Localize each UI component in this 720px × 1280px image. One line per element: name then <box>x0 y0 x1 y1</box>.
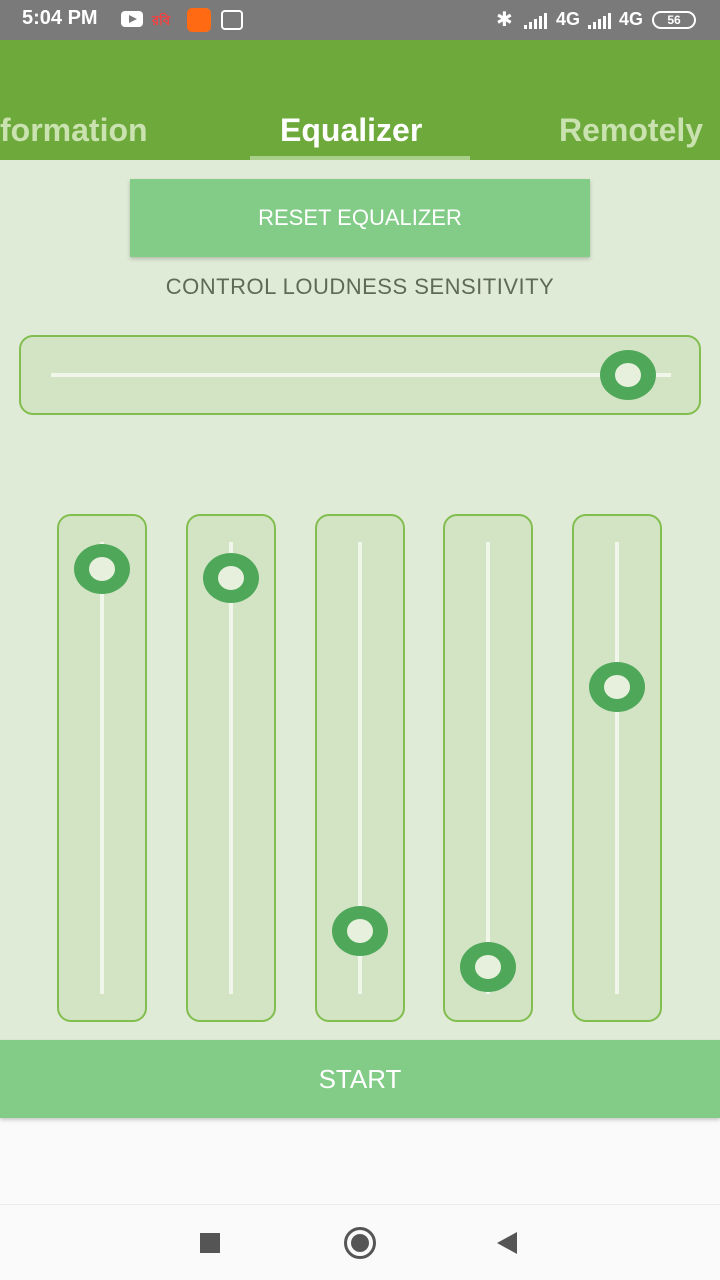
eq-band-slider-4[interactable] <box>443 514 533 1022</box>
tab-remotely[interactable]: Remotely <box>559 112 703 149</box>
home-icon[interactable] <box>344 1227 376 1259</box>
bluetooth-icon: ✱ <box>496 9 513 31</box>
eq-band-slider-1[interactable] <box>57 514 147 1022</box>
status-time: 5:04 PM <box>22 7 98 29</box>
app-notification-icon <box>187 8 211 32</box>
tab-equalizer[interactable]: Equalizer <box>280 112 422 149</box>
back-icon[interactable] <box>497 1232 517 1254</box>
eq-band-track <box>100 542 104 994</box>
recents-icon[interactable] <box>200 1233 220 1253</box>
system-nav-bar <box>0 1204 720 1280</box>
eq-band-slider-3[interactable] <box>315 514 405 1022</box>
eq-band-thumb-4[interactable] <box>460 941 516 992</box>
robi-carrier-icon: রবি <box>152 13 171 28</box>
battery-icon: 56 <box>652 11 696 29</box>
network-type-2: 4G <box>619 9 644 29</box>
loudness-slider-thumb[interactable] <box>599 350 656 400</box>
signal-icon <box>524 13 550 29</box>
start-button[interactable]: START <box>0 1040 720 1118</box>
network-type-1: 4G <box>556 9 581 29</box>
loudness-slider-track <box>51 373 671 377</box>
tab-information[interactable]: formation <box>0 112 148 149</box>
maps-icon <box>221 10 243 30</box>
loudness-slider[interactable] <box>19 335 701 415</box>
app-bar: formation Equalizer Remotely <box>0 40 720 160</box>
loudness-label: CONTROL LOUDNESS SENSITIVITY <box>165 274 555 299</box>
equalizer-panel: RESET EQUALIZER CONTROL LOUDNESS SENSITI… <box>0 160 720 1040</box>
signal-icon-2 <box>588 13 614 29</box>
eq-band-track <box>229 542 233 994</box>
youtube-icon <box>121 11 143 27</box>
status-bar: 5:04 PM রবি ✱ 4G 4G 56 <box>0 0 720 40</box>
eq-band-slider-2[interactable] <box>186 514 276 1022</box>
reset-equalizer-button[interactable]: RESET EQUALIZER <box>130 179 590 257</box>
eq-band-thumb-1[interactable] <box>74 544 130 595</box>
eq-band-thumb-2[interactable] <box>203 553 259 604</box>
eq-band-thumb-5[interactable] <box>589 661 645 712</box>
eq-band-thumb-3[interactable] <box>332 905 388 956</box>
eq-band-track <box>615 542 619 994</box>
eq-band-slider-5[interactable] <box>572 514 662 1022</box>
eq-band-track <box>486 542 490 994</box>
